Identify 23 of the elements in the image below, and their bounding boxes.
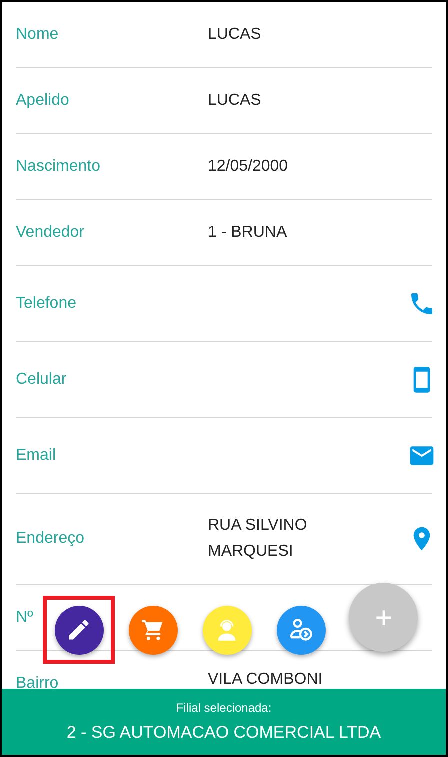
field-label: Telefone: [16, 294, 78, 312]
field-value: 12/05/2000: [208, 156, 290, 176]
user-button[interactable]: [276, 606, 326, 654]
field-value: LUCAS: [208, 24, 262, 44]
field-label: Apelido: [16, 92, 70, 110]
field-label: Celular: [16, 370, 68, 388]
field-label: Endereço: [16, 530, 86, 548]
add-button[interactable]: [349, 583, 418, 652]
user-arrow-icon: [288, 617, 314, 643]
field-label: Email: [16, 446, 58, 464]
field-label: Vendedor: [16, 224, 86, 242]
field-value: LUCAS: [208, 90, 262, 110]
field-value: 1 - BRUNA: [208, 222, 288, 242]
edit-button[interactable]: [54, 606, 104, 654]
cart-button[interactable]: [128, 606, 178, 654]
field-value: RUA SILVINO MARQUESI: [208, 516, 308, 562]
field-value: VILA COMBONI: [208, 670, 324, 689]
field-label: Nº: [16, 608, 34, 626]
field-label: Nome: [16, 26, 60, 44]
selected-branch: 2 - SG AUTOMACAO COMERCIAL LTDA: [66, 723, 382, 743]
field-label: Bairro: [16, 675, 60, 689]
footer-caption: Filial selecionada:: [176, 701, 272, 715]
field-label: Nascimento: [16, 158, 102, 176]
